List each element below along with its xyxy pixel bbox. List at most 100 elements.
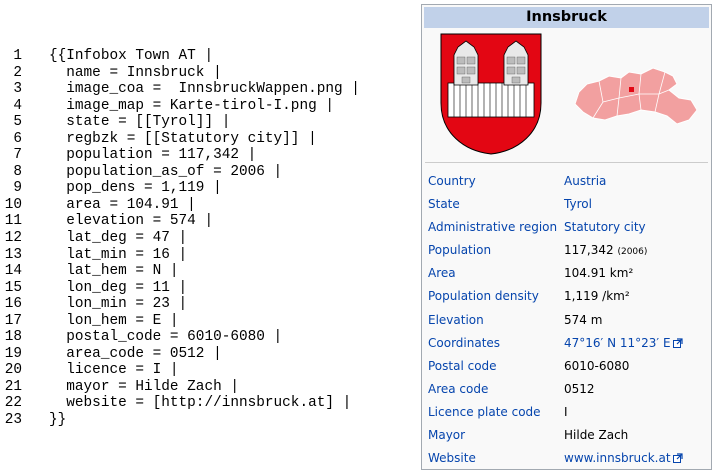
code-text: image_map = Karte-tirol-I.png | [49,97,334,114]
infobox-label-link[interactable]: State [428,193,460,216]
infobox-label-link[interactable]: Administrative region [428,216,557,239]
infobox-row: Population 117,342 (2006) [422,239,711,262]
code-line: 23}} [0,412,410,429]
code-text: population = 117,342 | [49,147,257,164]
external-link-icon [672,333,683,356]
code-text: lat_deg = 47 | [49,230,188,247]
infobox-value-text: Statutory city [564,220,646,235]
infobox-value-link[interactable]: Statutory city [564,216,646,239]
code-text: website = [http://innsbruck.at] | [49,395,352,412]
line-number: 6 [13,130,22,147]
code-line: 4 image_map = Karte-tirol-I.png | [0,98,410,115]
infobox-label-link[interactable]: Licence plate code [428,401,541,424]
infobox-value-link[interactable]: 47°16′ N 11°23′ E [564,332,683,356]
code-text: lat_min = 16 | [49,246,188,263]
code-line: 11 elevation = 574 | [0,213,410,230]
code-text: population_as_of = 2006 | [49,163,283,180]
line-number: 11 [4,213,22,230]
code-line: 16 lon_min = 23 | [0,296,410,313]
code-text: area = 104.91 | [49,196,196,213]
infobox-value: 1,119 /km² [564,285,630,308]
code-text: lon_deg = 11 | [49,279,188,296]
code-line: 21 mayor = Hilde Zach | [0,379,410,396]
infobox-value-link[interactable]: Austria [564,170,606,193]
line-number: 21 [4,378,22,395]
code-text: name = Innsbruck | [49,64,222,81]
line-number: 4 [13,97,22,114]
code-text: regbzk = [[Statutory city]] | [49,130,317,147]
infobox-label-link[interactable]: Mayor [428,424,465,447]
line-number: 10 [4,196,22,213]
code-text: licence = I | [49,362,179,379]
infobox-label-link[interactable]: Elevation [428,309,484,332]
infobox-value-link[interactable]: www.innsbruck.at [564,447,683,471]
infobox-value-text: Hilde Zach [564,428,629,443]
infobox-value: Hilde Zach [564,424,628,447]
infobox-label-link[interactable]: Postal code [428,355,497,378]
infobox-value-text: I [564,404,568,419]
code-text: lon_hem = E | [49,312,179,329]
line-number: 23 [4,412,22,429]
coat-of-arms-image[interactable] [440,33,542,155]
line-number: 8 [13,163,22,180]
line-number: 5 [13,114,22,131]
infobox-label-link[interactable]: Population [428,239,491,262]
infobox-label-link[interactable]: Country [428,170,476,193]
code-line: 7 population = 117,342 | [0,147,410,164]
infobox-value-link[interactable]: Tyrol [564,193,592,216]
infobox-label-link[interactable]: Area code [428,378,488,401]
infobox-title: Innsbruck [424,7,709,28]
code-line: 18 postal_code = 6010-6080 | [0,329,410,346]
infobox-label-link[interactable]: Population density [428,285,539,308]
code-text: state = [[Tyrol]] | [49,114,231,131]
line-number: 16 [4,296,22,313]
line-number: 1 [13,48,22,64]
infobox-value: 104.91 km² [564,262,633,285]
infobox-row: Elevation 574 m [422,309,711,332]
infobox-value-text: www.innsbruck.at [564,451,671,466]
code-text: lon_min = 23 | [49,296,188,313]
infobox-label-link[interactable]: Coordinates [428,332,500,355]
infobox-value-text: 6010-6080 [564,358,630,373]
code-line: 3 image_coa = InnsbruckWappen.png | [0,81,410,98]
code-text: postal_code = 6010-6080 | [49,329,283,346]
code-line: 5 state = [[Tyrol]] | [0,114,410,131]
line-number: 7 [13,147,22,164]
infobox-value: 0512 [564,378,595,401]
infobox-town: Innsbruck Country Austria State Tyrol Ad… [421,4,712,470]
infobox-value-note: (2006) [617,247,648,258]
code-text: {{Infobox Town AT | [49,48,214,64]
line-number: 14 [4,263,22,280]
infobox-value-text: 47°16′ N 11°23′ E [564,335,671,350]
code-text: lat_hem = N | [49,263,179,280]
infobox-row: Area 104.91 km² [422,262,711,285]
infobox-label-link[interactable]: Website [428,447,476,470]
infobox-value-text: 574 m [564,312,603,327]
code-line: 9 pop_dens = 1,119 | [0,180,410,197]
infobox-rows: Country Austria State Tyrol Administrative r… [422,170,711,470]
line-number: 15 [4,279,22,296]
infobox-row: Coordinates 47°16′ N 11°23′ E [422,332,711,355]
infobox-row: Licence plate code I [422,401,711,424]
code-text: image_coa = InnsbruckWappen.png | [49,81,360,98]
code-line: 8 population_as_of = 2006 | [0,164,410,181]
infobox-row: Population density 1,119 /km² [422,285,711,308]
locator-map-image[interactable] [569,54,699,134]
code-line: 14 lat_hem = N | [0,263,410,280]
line-number: 13 [4,246,22,263]
line-number: 2 [13,64,22,81]
code-line: 6 regbzk = [[Statutory city]] | [0,131,410,148]
code-text: }} [49,412,67,429]
line-number: 17 [4,312,22,329]
infobox-value-text: Austria [564,174,607,188]
infobox-separator [425,162,708,163]
infobox-row: Mayor Hilde Zach [422,424,711,447]
code-text: elevation = 574 | [49,213,214,230]
code-line: 20 licence = I | [0,362,410,379]
infobox-value: 117,342 (2006) [564,239,647,264]
infobox-label-link[interactable]: Area [428,262,456,285]
line-number: 18 [4,329,22,346]
line-number: 20 [4,362,22,379]
infobox-value-text: Tyrol [564,197,592,212]
infobox-row: Postal code 6010-6080 [422,355,711,378]
